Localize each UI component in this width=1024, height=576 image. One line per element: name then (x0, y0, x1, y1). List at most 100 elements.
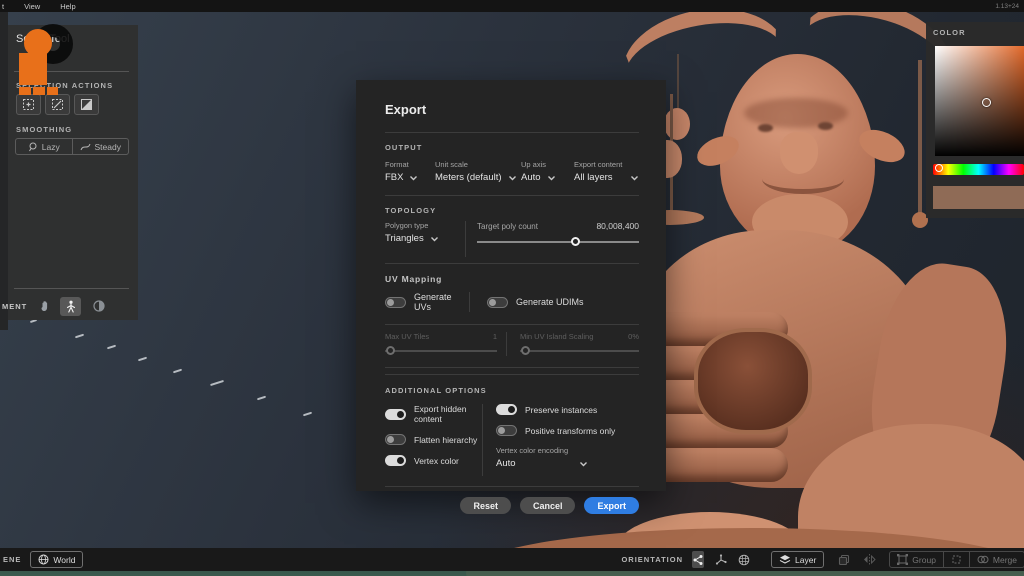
export-hidden-label: Export hidden content (414, 404, 482, 424)
mirror-icon (863, 554, 876, 565)
export-content-label: Export content (574, 160, 639, 169)
menu-item-help[interactable]: Help (50, 2, 85, 11)
vertex-encoding-label: Vertex color encoding (496, 446, 639, 455)
hand-tool-button[interactable] (39, 299, 52, 313)
pose-tool-button-selected[interactable] (60, 297, 81, 316)
select-all-button[interactable] (16, 94, 41, 115)
invert-selection-button[interactable] (74, 94, 99, 115)
sculpture-grin (762, 164, 844, 194)
divider (14, 288, 129, 289)
preserve-instances-toggle[interactable] (496, 404, 517, 415)
globe-icon (38, 554, 49, 565)
layer-label: Layer (795, 555, 816, 565)
smoothing-steady-button[interactable]: Steady (72, 139, 129, 154)
saturation-value-picker[interactable] (935, 46, 1024, 156)
max-uv-tiles-value: 1 (493, 332, 497, 341)
color-picker-cursor[interactable] (982, 98, 991, 107)
positive-transforms-toggle[interactable] (496, 425, 517, 436)
lasso-icon (28, 142, 38, 152)
positive-transforms-row: Positive transforms only (496, 425, 639, 436)
contrast-circle-icon (93, 300, 105, 312)
merge-icon (977, 554, 989, 565)
left-edge-strip (0, 12, 8, 330)
generate-uvs-toggle[interactable] (385, 297, 406, 308)
curve-icon (80, 142, 91, 152)
smoothing-toggle-group: Lazy Steady (15, 138, 129, 155)
duplicate-button-disabled[interactable] (838, 554, 850, 566)
vertex-color-row: Vertex color (385, 455, 482, 466)
selection-clear-icon (51, 98, 64, 111)
contrast-tool-button[interactable] (93, 300, 105, 312)
vertex-color-toggle[interactable] (385, 455, 406, 466)
flatten-hierarchy-row: Flatten hierarchy (385, 434, 482, 445)
merge-button-disabled[interactable]: Merge (969, 552, 1024, 567)
current-color-swatch (933, 186, 1024, 209)
stroke-mark (257, 396, 266, 401)
unit-scale-label: Unit scale (435, 160, 521, 169)
menu-item-view[interactable]: View (14, 2, 50, 11)
world-button[interactable]: World (30, 551, 83, 568)
stroke-mark (107, 345, 116, 350)
export-button[interactable]: Export (584, 497, 639, 514)
format-value: FBX (385, 172, 403, 183)
orientation-axes-button[interactable] (715, 554, 727, 566)
flatten-hierarchy-toggle[interactable] (385, 434, 406, 445)
max-uv-tiles-label: Max UV Tiles (385, 332, 429, 341)
world-label: World (53, 555, 75, 565)
reset-button[interactable]: Reset (460, 497, 511, 514)
polygon-type-value: Triangles (385, 233, 424, 244)
min-uv-island-label: Min UV Island Scaling (520, 332, 593, 341)
movement-label: MENT (0, 302, 27, 311)
polygon-type-dropdown[interactable]: Polygon type Triangles (385, 221, 465, 257)
sculpture-hanging-wire (677, 54, 679, 112)
preserve-instances-row: Preserve instances (496, 404, 639, 415)
orientation-object-button[interactable] (692, 551, 704, 568)
ungroup-button-disabled[interactable] (943, 552, 969, 567)
bottom-toolbar: ENE World ORIENTATION (0, 548, 1024, 571)
max-uv-tiles-slider (385, 346, 497, 356)
chevron-down-icon (508, 175, 517, 181)
orientation-world-button[interactable] (738, 554, 750, 566)
hue-slider-cursor[interactable] (935, 164, 943, 172)
deselect-all-button[interactable] (45, 94, 70, 115)
target-poly-slider[interactable] (477, 237, 639, 247)
lazy-label: Lazy (42, 142, 60, 152)
vertex-color-label: Vertex color (414, 456, 459, 466)
cancel-button[interactable]: Cancel (520, 497, 576, 514)
sculpture-bowl (694, 328, 812, 434)
format-dropdown[interactable]: Format FBX (385, 160, 435, 183)
unit-scale-dropdown[interactable]: Unit scale Meters (default) (435, 160, 521, 183)
generate-uvs-label: Generate UVs (414, 292, 469, 312)
unit-scale-value: Meters (default) (435, 172, 502, 183)
topology-section-label: TOPOLOGY (385, 206, 639, 215)
group-button-disabled[interactable]: Group (890, 552, 943, 567)
group-merge-toolbar: Group Merge (889, 551, 1024, 568)
menu-item-clipped[interactable]: t (0, 2, 14, 11)
up-axis-value: Auto (521, 172, 541, 183)
preserve-instances-label: Preserve instances (525, 405, 597, 415)
layer-button[interactable]: Layer (771, 551, 824, 568)
selection-invert-icon (80, 98, 93, 111)
min-uv-island-value: 0% (628, 332, 639, 341)
steady-label: Steady (95, 142, 121, 152)
selection-add-icon (22, 98, 35, 111)
generate-udims-toggle[interactable] (487, 297, 508, 308)
smoothing-lazy-button[interactable]: Lazy (16, 139, 72, 154)
selection-actions-label: SELECTION ACTIONS (16, 81, 113, 90)
hue-slider[interactable] (933, 164, 1024, 175)
stroke-mark (138, 357, 147, 362)
hand-icon (39, 299, 52, 313)
format-label: Format (385, 160, 435, 169)
export-content-dropdown[interactable]: Export content All layers (574, 160, 639, 183)
group-label: Group (912, 555, 936, 565)
vertex-encoding-dropdown[interactable]: Vertex color encoding Auto (496, 446, 639, 469)
generate-udims-label: Generate UDIMs (516, 297, 584, 307)
chevron-down-icon (409, 175, 418, 181)
export-hidden-toggle[interactable] (385, 409, 406, 420)
ungroup-icon (951, 554, 962, 565)
sculpture-basket-roll (648, 448, 788, 482)
mirror-button-disabled[interactable] (863, 554, 876, 565)
export-dialog: Export OUTPUT Format FBX Unit scale Mete… (356, 80, 666, 491)
target-poly-label: Target poly count (477, 222, 538, 231)
up-axis-dropdown[interactable]: Up axis Auto (521, 160, 574, 183)
